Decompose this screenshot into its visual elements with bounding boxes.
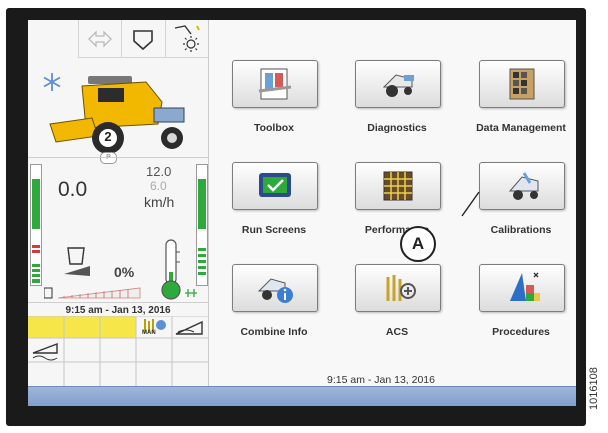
hazard-arrows-icon: [78, 20, 122, 58]
performance-tile[interactable]: [355, 162, 441, 210]
callout-marker: A: [400, 226, 436, 262]
calibrations-label: Calibrations: [490, 224, 552, 236]
header-percent: 0%: [114, 264, 135, 280]
acs-tile[interactable]: [355, 264, 441, 312]
speed-unit: km/h: [144, 194, 175, 210]
combine-harvester-image: 2 P: [46, 68, 196, 164]
temperature-gauge: [158, 238, 184, 307]
figure-id-text: 1016108: [588, 367, 600, 410]
data-management-tile[interactable]: [479, 60, 565, 108]
screen: 2 P 0.0 12.0 6.0 km/h 0% 9:15 am - Jan 1…: [28, 20, 576, 406]
left-level-gauge: [30, 164, 42, 286]
procedures-icon: [510, 272, 540, 301]
quick-access-grid: MAN: [28, 315, 208, 386]
acs-icon: [386, 275, 416, 301]
diagnostics-label: Diagnostics: [367, 122, 427, 134]
header-tilt-button[interactable]: [174, 318, 206, 341]
crop-man-button[interactable]: MAN: [137, 317, 172, 338]
performance-icon: [383, 171, 413, 201]
data-management-icon: [509, 68, 535, 100]
run-screens-icon: [259, 173, 291, 197]
top-status-icons: [78, 20, 208, 58]
toolbox-icon: [258, 68, 292, 100]
ground-speed-value: 0.0: [58, 178, 88, 201]
diagnostics-icon: [382, 74, 414, 97]
procedures-label: Procedures: [492, 326, 550, 338]
calibrations-tile[interactable]: [479, 162, 565, 210]
procedures-tile[interactable]: [479, 264, 565, 312]
diagnostics-tile[interactable]: [355, 60, 441, 108]
toolbox-tile[interactable]: [232, 60, 318, 108]
run-screens-tile[interactable]: [232, 162, 318, 210]
main-time: 9:15 am - Jan 13, 2016: [327, 374, 435, 386]
man-label: MAN: [142, 330, 156, 336]
shield-outline-icon: [121, 20, 165, 58]
speed-max-value: 12.0: [146, 164, 172, 179]
combine-info-tile[interactable]: [232, 264, 318, 312]
speed-panel: 0.0 12.0 6.0 km/h 0%: [28, 157, 208, 303]
data-management-label: Data Management: [476, 122, 566, 134]
right-level-gauge: [196, 164, 208, 286]
toolbox-label: Toolbox: [253, 122, 295, 134]
header-float-button[interactable]: [31, 341, 61, 366]
work-light-icon: [164, 20, 208, 58]
main-menu: Toolbox Diagnostics Data Management Run …: [209, 20, 576, 386]
header-position-icon: [58, 244, 94, 289]
run-screens-label: Run Screens: [241, 224, 307, 236]
calibrations-icon: [508, 172, 539, 200]
figure-id: 1016108: [588, 300, 608, 410]
gear-indicator: 2: [104, 129, 112, 144]
combine-info-icon: [257, 278, 293, 303]
status-panel: 2 P 0.0 12.0 6.0 km/h 0% 9:15 am - Jan 1…: [28, 20, 209, 386]
performance-label: Performance: [364, 224, 430, 236]
acs-label: ACS: [385, 326, 409, 338]
status-time: 9:15 am - Jan 13, 2016: [28, 302, 208, 316]
combine-info-label: Combine Info: [240, 326, 308, 338]
speed-min-value: 6.0: [150, 179, 167, 193]
status-bar: [28, 386, 576, 406]
